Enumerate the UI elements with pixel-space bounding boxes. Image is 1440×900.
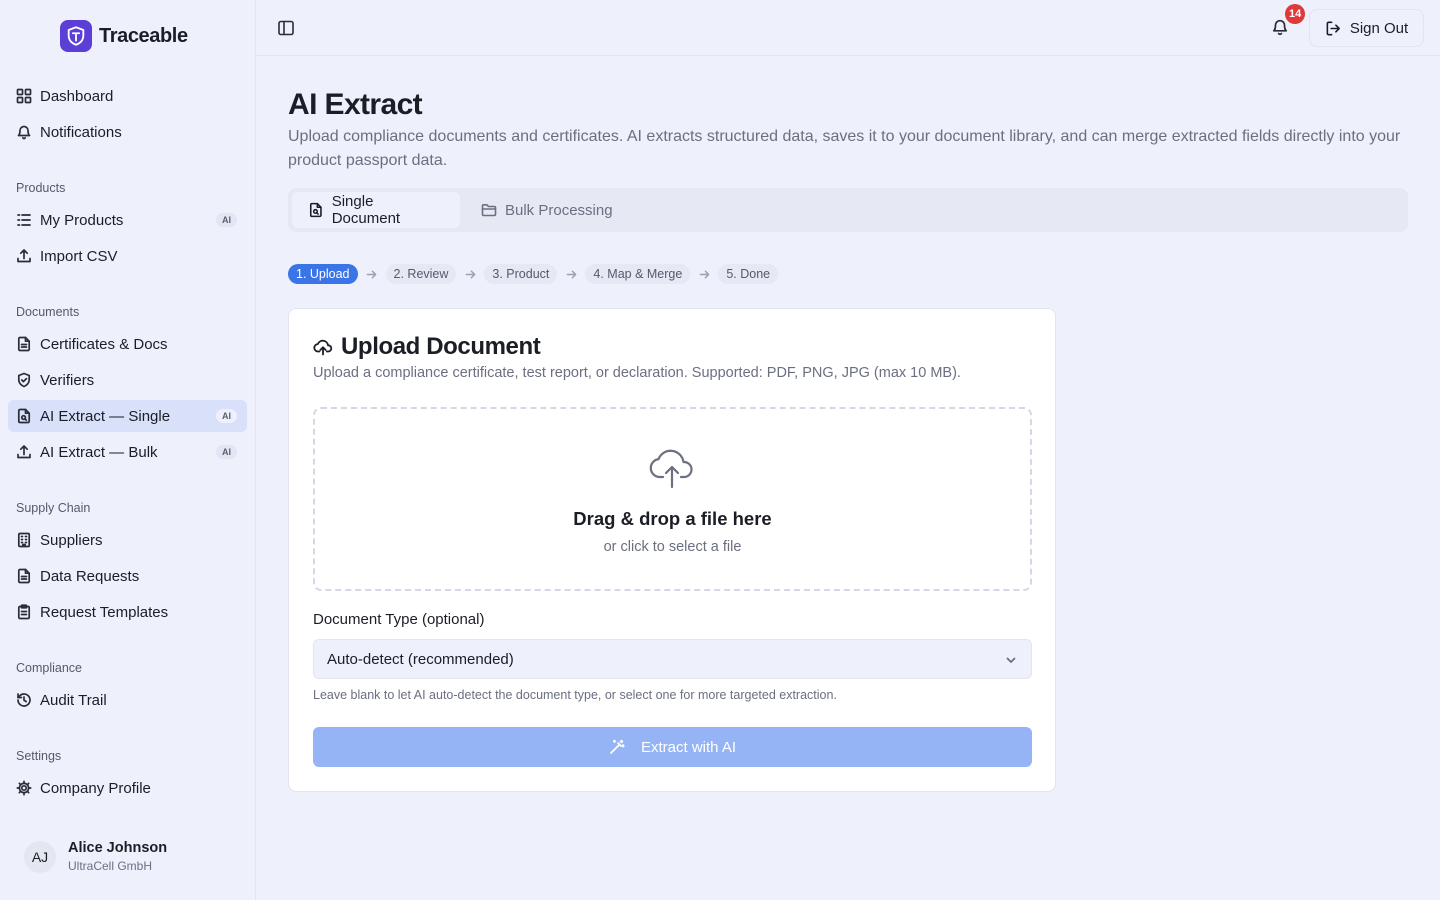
clipboard-icon bbox=[16, 604, 32, 620]
sidebar-item-company-profile[interactable]: Company Profile bbox=[8, 772, 247, 804]
sidebar-item-certificates-docs[interactable]: Certificates & Docs bbox=[8, 328, 247, 360]
sidebar-item-label: Notifications bbox=[40, 123, 122, 141]
user-profile[interactable]: AJ Alice Johnson UltraCell GmbH bbox=[24, 840, 167, 873]
document-type-hint: Leave blank to let AI auto-detect the do… bbox=[313, 688, 837, 702]
shield-check-icon bbox=[16, 372, 32, 388]
folder-icon bbox=[481, 204, 497, 217]
notification-count-badge[interactable]: 14 bbox=[1285, 4, 1306, 24]
dropzone-subtitle: or click to select a file bbox=[603, 539, 742, 555]
upload-card: Upload Document Upload a compliance cert… bbox=[288, 308, 1056, 792]
mode-tabs: Single Document Bulk Processing bbox=[288, 188, 1408, 232]
document-type-value: Auto-detect (recommended) bbox=[327, 650, 514, 668]
sidebar-item-label: Suppliers bbox=[40, 531, 103, 549]
upload-icon bbox=[16, 444, 32, 460]
extract-with-ai-button[interactable]: Extract with AI bbox=[313, 727, 1032, 767]
file-scan-icon bbox=[16, 408, 32, 424]
top-bar: 14 Sign Out bbox=[256, 0, 1440, 56]
brand[interactable]: Traceable bbox=[60, 20, 188, 52]
sidebar-item-label: Import CSV bbox=[40, 247, 118, 265]
sidebar-item-label: My Products bbox=[40, 211, 124, 229]
sidebar-item-label: Data Requests bbox=[40, 567, 140, 585]
sidebar-item-label: Certificates & Docs bbox=[40, 335, 168, 353]
user-info: Alice Johnson UltraCell GmbH bbox=[68, 840, 167, 873]
extract-button-label: Extract with AI bbox=[640, 738, 737, 756]
ai-badge: AI bbox=[216, 213, 237, 227]
log-out-icon bbox=[1326, 21, 1340, 35]
sidebar-item-label: Audit Trail bbox=[40, 691, 107, 709]
sidebar: Traceable Dashboard Notifications Produc… bbox=[0, 0, 256, 900]
file-text-icon bbox=[16, 336, 32, 352]
sidebar-item-notifications[interactable]: Notifications bbox=[8, 116, 247, 148]
cloud-upload-icon bbox=[648, 443, 698, 489]
cloud-upload-icon bbox=[313, 339, 333, 356]
sidebar-item-ai-extract-single[interactable]: AI Extract — Single AI bbox=[8, 400, 247, 432]
step-product: 3. Product bbox=[484, 264, 558, 284]
arrow-right-icon bbox=[690, 269, 718, 280]
bell-icon bbox=[16, 124, 32, 140]
file-icon bbox=[309, 202, 322, 218]
chevron-down-icon bbox=[1006, 657, 1016, 663]
dropzone-title: Drag & drop a file here bbox=[573, 508, 772, 529]
sidebar-item-request-templates[interactable]: Request Templates bbox=[8, 596, 247, 628]
file-text-icon bbox=[16, 568, 32, 584]
document-type-select[interactable]: Auto-detect (recommended) bbox=[313, 639, 1032, 679]
section-label-compliance: Compliance bbox=[16, 661, 83, 675]
section-label-settings: Settings bbox=[16, 749, 62, 763]
sidebar-item-data-requests[interactable]: Data Requests bbox=[8, 560, 247, 592]
arrow-right-icon bbox=[358, 269, 386, 280]
sidebar-item-label: Dashboard bbox=[40, 87, 114, 105]
card-description: Upload a compliance certificate, test re… bbox=[313, 365, 961, 381]
section-label-supply-chain: Supply Chain bbox=[16, 501, 91, 515]
sidebar-item-verifiers[interactable]: Verifiers bbox=[8, 364, 247, 396]
sidebar-item-dashboard[interactable]: Dashboard bbox=[8, 80, 247, 112]
sidebar-item-label: Request Templates bbox=[40, 603, 169, 621]
tab-single-document[interactable]: Single Document bbox=[292, 192, 460, 228]
grid-icon bbox=[16, 88, 32, 104]
step-upload: 1. Upload bbox=[288, 264, 358, 284]
ai-badge: AI bbox=[216, 409, 237, 423]
ai-badge: AI bbox=[216, 445, 237, 459]
sidebar-item-label: AI Extract — Single bbox=[40, 407, 171, 425]
sidebar-item-ai-extract-bulk[interactable]: AI Extract — Bulk AI bbox=[8, 436, 247, 468]
page-title: AI Extract bbox=[288, 88, 423, 121]
sidebar-item-label: Verifiers bbox=[40, 371, 95, 389]
user-org: UltraCell GmbH bbox=[68, 859, 153, 873]
sidebar-item-my-products[interactable]: My Products AI bbox=[8, 204, 247, 236]
step-done: 5. Done bbox=[718, 264, 779, 284]
document-type-label: Document Type (optional) bbox=[313, 611, 485, 628]
upload-icon bbox=[16, 248, 32, 264]
list-icon bbox=[16, 212, 32, 228]
history-icon bbox=[16, 692, 32, 708]
tab-bulk-processing[interactable]: Bulk Processing bbox=[465, 192, 629, 228]
sidebar-item-suppliers[interactable]: Suppliers bbox=[8, 524, 247, 556]
section-label-products: Products bbox=[16, 181, 66, 195]
step-review: 2. Review bbox=[385, 264, 457, 284]
gear-icon bbox=[16, 780, 32, 796]
sidebar-item-audit-trail[interactable]: Audit Trail bbox=[8, 684, 247, 716]
card-header: Upload Document bbox=[313, 333, 541, 361]
file-dropzone[interactable]: Drag & drop a file here or click to sele… bbox=[313, 407, 1032, 591]
sidebar-toggle-icon[interactable] bbox=[277, 19, 295, 37]
avatar: AJ bbox=[24, 840, 56, 873]
sign-out-button[interactable]: Sign Out bbox=[1309, 9, 1424, 47]
sign-out-label: Sign Out bbox=[1349, 19, 1409, 37]
magic-wand-icon bbox=[610, 739, 625, 754]
arrow-right-icon bbox=[456, 269, 484, 280]
card-title: Upload Document bbox=[341, 333, 541, 360]
building-icon bbox=[16, 532, 32, 548]
section-label-documents: Documents bbox=[16, 305, 80, 319]
tab-label: Bulk Processing bbox=[505, 201, 613, 219]
arrow-right-icon bbox=[557, 269, 585, 280]
page-description: Upload compliance documents and certific… bbox=[288, 128, 1401, 169]
sidebar-item-label: Company Profile bbox=[40, 779, 151, 797]
logo-icon bbox=[60, 20, 92, 52]
brand-name: Traceable bbox=[99, 24, 188, 47]
tab-label: Single Document bbox=[331, 193, 401, 227]
step-map-merge: 4. Map & Merge bbox=[585, 264, 691, 284]
wizard-steps: 1. Upload 2. Review 3. Product 4. Map & … bbox=[288, 264, 779, 284]
user-name: Alice Johnson bbox=[68, 840, 168, 856]
sidebar-item-label: AI Extract — Bulk bbox=[40, 443, 158, 461]
sidebar-item-import-csv[interactable]: Import CSV bbox=[8, 240, 247, 272]
